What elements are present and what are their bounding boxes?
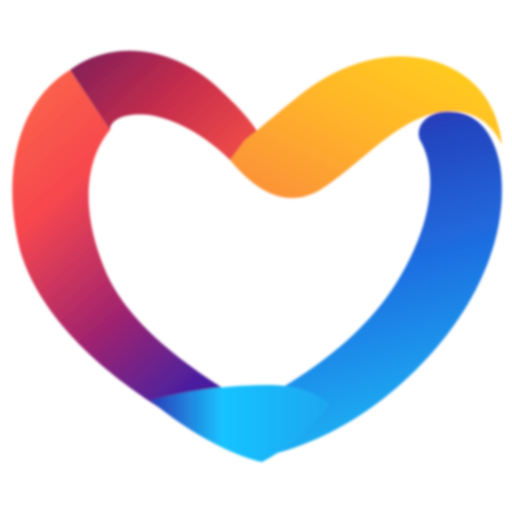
heart-bottom-point [150, 385, 330, 462]
app-icon-canvas [0, 0, 512, 512]
heart-ribbon-logo-icon [12, 50, 502, 462]
